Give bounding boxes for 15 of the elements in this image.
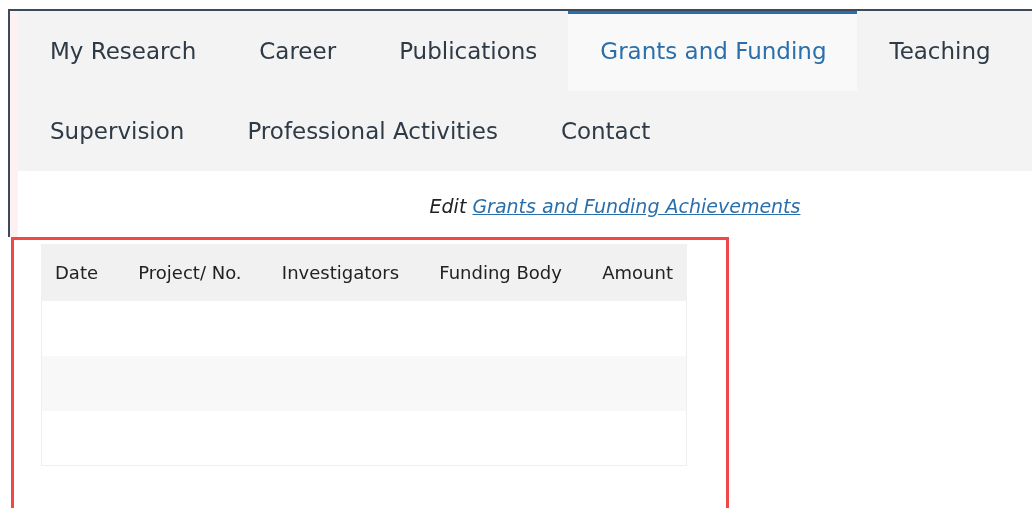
column-header: Funding Body (439, 262, 562, 283)
nav-tab[interactable]: My Research (18, 11, 228, 91)
nav-tab[interactable]: Contact (528, 91, 682, 171)
nav-tab[interactable]: Professional Activities (215, 91, 529, 171)
nav-tab[interactable]: Publications (367, 11, 569, 91)
achievements-link[interactable]: Grants and Funding Achievements (472, 195, 801, 217)
column-header: Amount (602, 262, 673, 283)
edit-note: Edit Grants and Funding Achievements (429, 195, 801, 217)
column-header: Project/ No. (138, 262, 242, 283)
column-header: Date (55, 262, 99, 283)
nav-tab[interactable]: Teaching (857, 11, 1022, 91)
nav-tab[interactable]: Career (227, 11, 368, 91)
nav-tab[interactable]: Grants and Funding (568, 11, 858, 91)
nav-tab[interactable]: Supervision (18, 91, 216, 171)
column-header: Investigators (281, 262, 400, 283)
